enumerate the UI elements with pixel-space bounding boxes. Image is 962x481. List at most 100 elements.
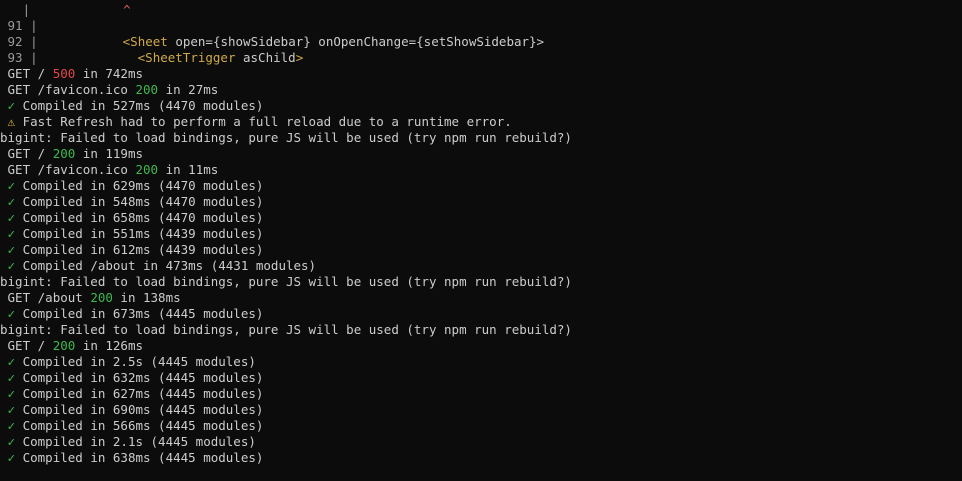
log-message: Compiled in 2.1s (4445 modules) [15,434,256,449]
request-log-line: GET / 500 in 742ms [0,66,962,82]
checkmark-icon: ✓ [0,306,16,321]
log-message: Compiled in 612ms (4439 modules) [15,242,264,257]
compiled-log-line: ✓ Compiled /about in 473ms (4431 modules… [0,258,962,274]
request-duration: in 126ms [75,338,144,353]
checkmark-icon: ✓ [0,450,16,465]
log-message: bigint: Failed to load bindings, pure JS… [0,322,572,337]
line-gutter: | [0,2,31,17]
code-frame-line: 91 | [0,18,962,34]
compiled-log-line: ✓ Compiled in 690ms (4445 modules) [0,402,962,418]
status-code: 200 [52,338,76,353]
compiled-log-line: ✓ Compiled in 638ms (4445 modules) [0,450,962,466]
compiled-log-line: ✓ Compiled in 673ms (4445 modules) [0,306,962,322]
request-duration: in 138ms [112,290,181,305]
request-path: / [37,338,53,353]
compiled-log-line: ✓ Compiled in 2.5s (4445 modules) [0,354,962,370]
log-message: bigint: Failed to load bindings, pure JS… [0,130,572,145]
compiled-log-line: ✓ Compiled in 2.1s (4445 modules) [0,434,962,450]
compiled-log-line: ✓ Compiled in 629ms (4470 modules) [0,178,962,194]
checkmark-icon: ✓ [0,98,16,113]
request-method: GET [0,338,38,353]
request-method: GET [0,66,38,81]
request-path: /favicon.ico [37,82,136,97]
request-duration: in 11ms [158,162,219,177]
jsx-attributes: asChild [235,50,296,65]
log-message: Compiled in 638ms (4445 modules) [15,450,264,465]
checkmark-icon: ✓ [0,370,16,385]
request-path: /about [37,290,91,305]
status-code: 500 [52,66,76,81]
status-code: 200 [135,162,159,177]
request-path: /favicon.ico [37,162,136,177]
request-path: / [37,146,53,161]
checkmark-icon: ✓ [0,258,16,273]
log-message: Compiled /about in 473ms (4431 modules) [15,258,317,273]
compiled-log-line: ✓ Compiled in 566ms (4445 modules) [0,418,962,434]
request-log-line: GET /about 200 in 138ms [0,290,962,306]
plain-log-line: bigint: Failed to load bindings, pure JS… [0,130,962,146]
log-list: GET / 500 in 742ms GET /favicon.ico 200 … [0,66,962,466]
request-method: GET [0,290,38,305]
request-path: / [37,66,53,81]
request-log-line: GET /favicon.ico 200 in 27ms [0,82,962,98]
request-duration: in 119ms [75,146,144,161]
terminal-output[interactable]: | ^ 91 | 92 | <Sheet open={showSidebar} on… [0,0,962,481]
jsx-attributes: open={showSidebar} onOpenChange={setShow… [167,34,545,49]
warning-log-line: ⚠ Fast Refresh had to perform a full rel… [0,114,962,130]
log-message: Compiled in 527ms (4470 modules) [15,98,264,113]
log-message: Compiled in 566ms (4445 modules) [15,418,264,433]
request-log-line: GET / 200 in 126ms [0,338,962,354]
log-message: Compiled in 632ms (4445 modules) [15,370,264,385]
status-code: 200 [90,290,113,305]
compiled-log-line: ✓ Compiled in 551ms (4439 modules) [0,226,962,242]
line-gutter: 93 | [0,50,38,65]
checkmark-icon: ✓ [0,402,16,417]
log-message: Compiled in 629ms (4470 modules) [15,178,264,193]
request-log-line: GET / 200 in 119ms [0,146,962,162]
log-message: Compiled in 658ms (4470 modules) [15,210,264,225]
code-frame-line: 92 | <Sheet open={showSidebar} onOpenChan… [0,34,962,50]
plain-log-line: bigint: Failed to load bindings, pure JS… [0,274,962,290]
status-code: 200 [52,146,76,161]
checkmark-icon: ✓ [0,434,16,449]
request-method: GET [0,146,38,161]
log-message: Compiled in 673ms (4445 modules) [15,306,264,321]
request-duration: in 27ms [158,82,219,97]
request-log-line: GET /favicon.ico 200 in 11ms [0,162,962,178]
compiled-log-line: ✓ Compiled in 632ms (4445 modules) [0,370,962,386]
log-message: Compiled in 548ms (4470 modules) [15,194,264,209]
plain-log-line: bigint: Failed to load bindings, pure JS… [0,322,962,338]
status-code: 200 [135,82,159,97]
line-gutter: 91 | [0,18,38,33]
checkmark-icon: ✓ [0,386,16,401]
checkmark-icon: ✓ [0,178,16,193]
log-message: Compiled in 627ms (4445 modules) [15,386,264,401]
line-gutter: 92 | [0,34,38,49]
checkmark-icon: ✓ [0,194,16,209]
code-frame-caret-line: | ^ [0,2,962,18]
request-method: GET [0,82,38,97]
compiled-log-line: ✓ Compiled in 548ms (4470 modules) [0,194,962,210]
log-message: Compiled in 551ms (4439 modules) [15,226,264,241]
jsx-tag-close: > [295,50,304,65]
jsx-tag: <SheetTrigger [137,50,236,65]
checkmark-icon: ✓ [0,354,16,369]
log-message: Compiled in 2.5s (4445 modules) [15,354,256,369]
checkmark-icon: ✓ [0,242,16,257]
checkmark-icon: ✓ [0,210,16,225]
checkmark-icon: ✓ [0,418,16,433]
log-message: Compiled in 690ms (4445 modules) [15,402,264,417]
log-message: bigint: Failed to load bindings, pure JS… [0,274,572,289]
checkmark-icon: ✓ [0,226,16,241]
compiled-log-line: ✓ Compiled in 627ms (4445 modules) [0,386,962,402]
compiled-log-line: ✓ Compiled in 527ms (4470 modules) [0,98,962,114]
request-method: GET [0,162,38,177]
compiled-log-line: ✓ Compiled in 658ms (4470 modules) [0,210,962,226]
compiled-log-line: ✓ Compiled in 612ms (4439 modules) [0,242,962,258]
error-caret: ^ [123,2,131,17]
jsx-tag: <Sheet [122,34,168,49]
request-duration: in 742ms [75,66,144,81]
log-message: Fast Refresh had to perform a full reloa… [15,114,512,129]
code-frame-line: 93 | <SheetTrigger asChild> [0,50,962,66]
warning-icon: ⚠ [0,114,16,129]
